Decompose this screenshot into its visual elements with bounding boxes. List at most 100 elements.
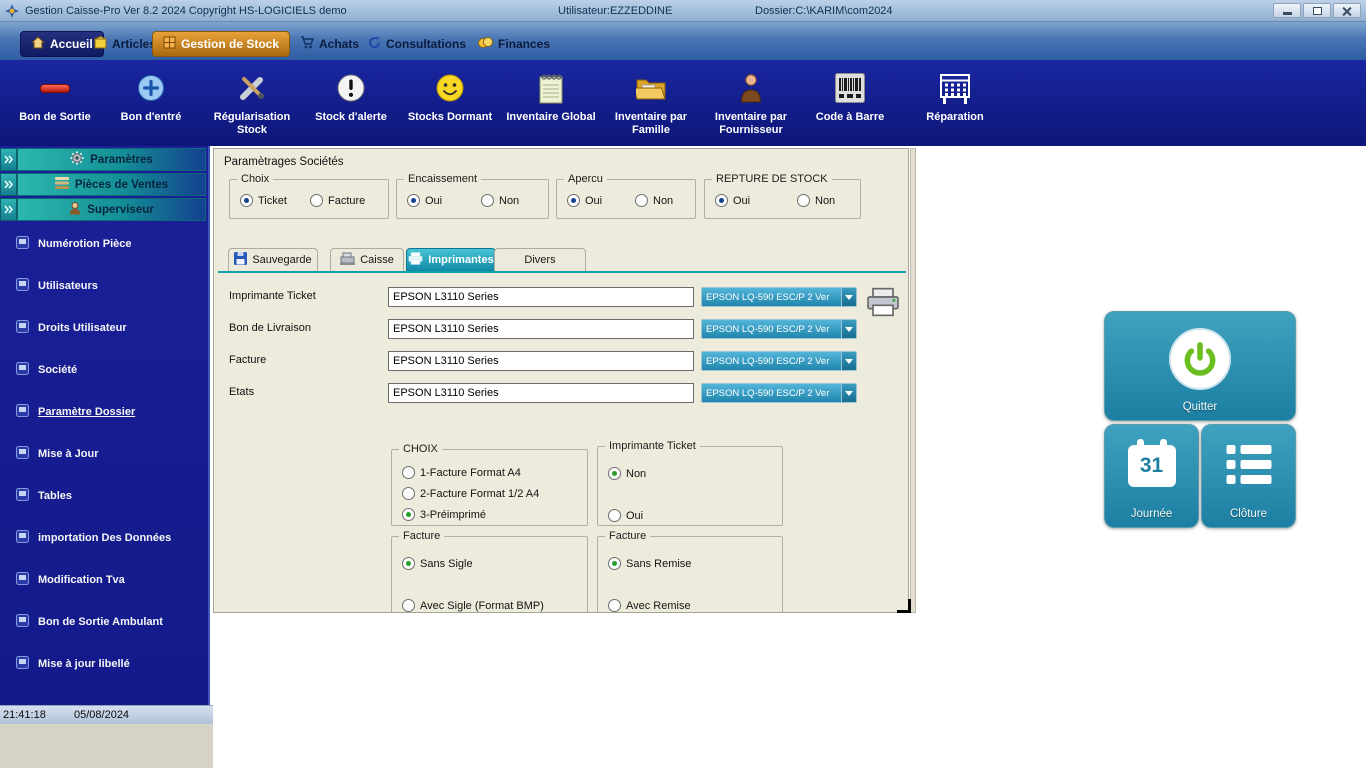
sidebar-item-tables[interactable]: Tables	[16, 488, 72, 504]
scrollbar[interactable]	[910, 148, 916, 613]
radio-ticket-non[interactable]: Non	[608, 467, 646, 480]
tab-gestion-de-stock[interactable]: Gestion de Stock	[152, 31, 290, 57]
radio-icon	[402, 599, 415, 612]
radio-ticket-oui[interactable]: Oui	[608, 509, 643, 522]
close-button[interactable]	[1333, 3, 1361, 18]
group-imprimante-ticket: Imprimante Ticket Non Oui	[597, 446, 783, 526]
cloture-button[interactable]: Clôture	[1201, 424, 1296, 528]
printer-icon	[408, 252, 423, 268]
group-label: REPTURE DE STOCK	[712, 173, 832, 185]
restore-button[interactable]	[1303, 3, 1331, 18]
toolbar-bon-de-sortie-button[interactable]: Bon de Sortie	[7, 67, 103, 143]
bon-de-livraison-dropdown[interactable]: EPSON LQ-590 ESC/P 2 Ver	[701, 319, 857, 339]
power-icon	[1169, 328, 1231, 390]
imprimante-ticket-input[interactable]	[388, 287, 694, 307]
tab-underline	[218, 271, 906, 273]
double-chevron-icon[interactable]	[0, 148, 17, 171]
radio-encaissement-oui[interactable]: Oui	[407, 194, 442, 207]
form-icon	[16, 278, 29, 294]
status-date: 05/08/2024	[74, 709, 129, 721]
radio-facture-format-demi-a4[interactable]: 2-Facture Format 1/2 A4	[402, 487, 539, 500]
minimize-button[interactable]	[1273, 3, 1301, 18]
tab-label: Caisse	[360, 254, 394, 266]
toolbar-stock-dalerte-button[interactable]: Stock d'alerte	[303, 67, 399, 143]
tab-imprimantes[interactable]: Imprimantes	[406, 248, 496, 271]
tab-finances[interactable]: Finances	[468, 31, 560, 57]
tab-divers[interactable]: Divers	[494, 248, 586, 271]
menu-bar: Accueil Articles Gestion de Stock Achats…	[0, 22, 1366, 60]
radio-repture-oui[interactable]: Oui	[715, 194, 750, 207]
radio-apercu-oui[interactable]: Oui	[567, 194, 602, 207]
sidebar-item-bon-de-sortie-ambulant[interactable]: Bon de Sortie Ambulant	[16, 614, 163, 630]
sidebar-item-importation-des-donnees[interactable]: importation Des Données	[16, 530, 171, 546]
sidebar-item-societe[interactable]: Société	[16, 362, 77, 378]
chevron-down-icon	[841, 384, 856, 402]
toolbar-inventaire-global-button[interactable]: Inventaire Global	[503, 67, 599, 143]
building-icon	[939, 67, 971, 109]
toolbar-reparation-button[interactable]: Réparation	[907, 67, 1003, 143]
radio-ticket[interactable]: Ticket	[240, 194, 287, 207]
tab-caisse[interactable]: Caisse	[330, 248, 404, 271]
toolbar-inventaire-par-famille-button[interactable]: Inventaire par Famille	[603, 67, 699, 143]
sidebar: Paramètres Pièces de Ventes Supe	[0, 146, 210, 705]
calendar-icon: 31	[1128, 445, 1176, 487]
group-label: CHOIX	[399, 443, 442, 455]
sidebar-item-numerotion-piece[interactable]: Numérotion Pièce	[16, 236, 132, 252]
journee-button[interactable]: 31 Journée	[1104, 424, 1199, 528]
radio-preimprime[interactable]: 3-Préimprimé	[402, 508, 486, 521]
form-icon	[16, 572, 29, 588]
facture-dropdown[interactable]: EPSON LQ-590 ESC/P 2 Ver	[701, 351, 857, 371]
radio-avec-sigle[interactable]: Avec Sigle (Format BMP)	[402, 599, 544, 612]
sidebar-item-mise-a-jour-libelle[interactable]: Mise à jour libellé	[16, 656, 130, 672]
minus-icon	[40, 67, 70, 109]
radio-avec-remise[interactable]: Avec Remise	[608, 599, 691, 612]
sidebar-item-parametre-dossier[interactable]: Paramètre Dossier	[16, 404, 135, 420]
double-chevron-icon[interactable]	[0, 173, 17, 196]
toolbar-regularisation-stock-button[interactable]: Régularisation Stock	[204, 67, 300, 143]
radio-facture-format-a4[interactable]: 1-Facture Format A4	[402, 466, 521, 479]
radio-repture-non[interactable]: Non	[797, 194, 835, 207]
double-chevron-icon[interactable]	[0, 198, 17, 221]
group-facture-remise: Facture Sans Remise Avec Remise	[597, 536, 783, 613]
group-label: Encaissement	[404, 173, 481, 185]
radio-facture[interactable]: Facture	[310, 194, 365, 207]
etats-input[interactable]	[388, 383, 694, 403]
radio-apercu-non[interactable]: Non	[635, 194, 673, 207]
restore-icon	[1313, 7, 1322, 15]
radio-encaissement-non[interactable]: Non	[481, 194, 519, 207]
toolbar-bon-dentre-button[interactable]: Bon d'entré	[103, 67, 199, 143]
sidebar-item-droits-utilisateur[interactable]: Droits Utilisateur	[16, 320, 127, 336]
group-repture-de-stock: REPTURE DE STOCK Oui Non	[704, 179, 861, 219]
imprimante-ticket-dropdown[interactable]: EPSON LQ-590 ESC/P 2 Ver	[701, 287, 857, 307]
sidebar-section-superviseur[interactable]: Superviseur	[0, 198, 206, 221]
save-icon	[234, 252, 247, 268]
group-encaissement: Encaissement Oui Non	[396, 179, 549, 219]
radio-sans-remise[interactable]: Sans Remise	[608, 557, 691, 570]
quitter-button[interactable]: Quitter	[1104, 311, 1296, 421]
radio-sans-sigle[interactable]: Sans Sigle	[402, 557, 473, 570]
toolbar-code-a-barre-button[interactable]: Code à Barre	[802, 67, 898, 143]
group-facture-sigle: Facture Sans Sigle Avec Sigle (Format BM…	[391, 536, 588, 613]
radio-icon	[608, 509, 621, 522]
tab-label: Finances	[498, 37, 550, 51]
field-label: Facture	[229, 354, 266, 366]
sidebar-item-mise-a-jour[interactable]: Mise à Jour	[16, 446, 99, 462]
group-choix-format: CHOIX 1-Facture Format A4 2-Facture Form…	[391, 449, 588, 526]
toolbar-inventaire-par-fournisseur-button[interactable]: Inventaire par Fournisseur	[703, 67, 799, 143]
print-button[interactable]	[866, 287, 900, 320]
etats-dropdown[interactable]: EPSON LQ-590 ESC/P 2 Ver	[701, 383, 857, 403]
toolbar-stocks-dormant-button[interactable]: Stocks Dormant	[402, 67, 498, 143]
radio-icon	[407, 194, 420, 207]
coins-icon	[478, 36, 493, 52]
facture-input[interactable]	[388, 351, 694, 371]
sidebar-item-modification-tva[interactable]: Modification Tva	[16, 572, 125, 588]
sidebar-section-parametres[interactable]: Paramètres	[0, 148, 206, 171]
status-bar: 21:41:18 05/08/2024	[0, 705, 213, 724]
sidebar-section-pieces-de-ventes[interactable]: Pièces de Ventes	[0, 173, 206, 196]
sidebar-item-utilisateurs[interactable]: Utilisateurs	[16, 278, 98, 294]
refresh-icon	[368, 36, 381, 52]
sidebar-footer	[0, 724, 213, 768]
bon-de-livraison-input[interactable]	[388, 319, 694, 339]
tab-consultations[interactable]: Consultations	[358, 31, 476, 57]
tab-sauvegarde[interactable]: Sauvegarde	[228, 248, 318, 271]
